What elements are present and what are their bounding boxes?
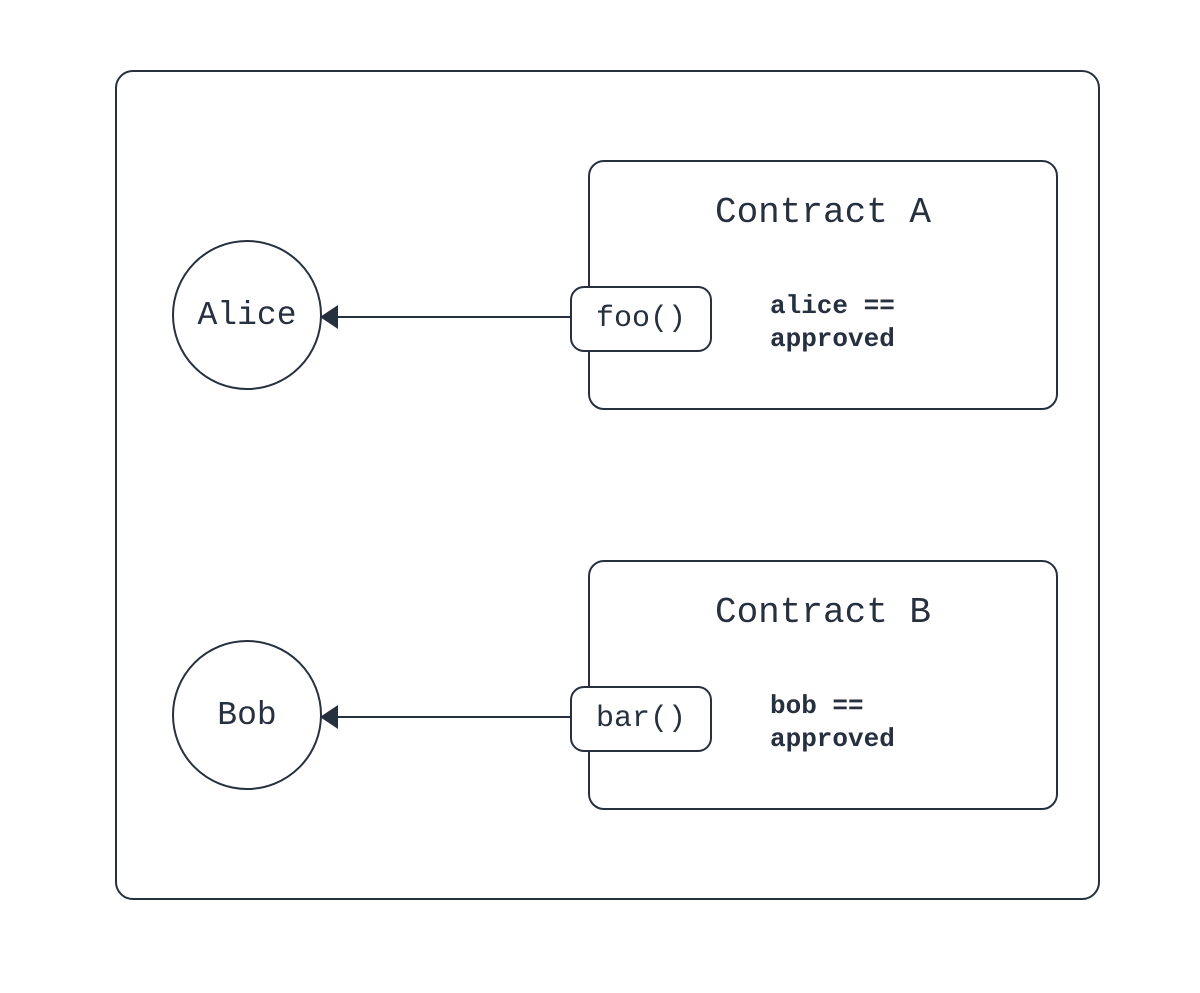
- contract-a-condition: alice == approved: [770, 290, 1030, 355]
- contract-a-title: Contract A: [590, 192, 1056, 233]
- contract-b-method: bar(): [570, 686, 712, 752]
- actor-bob-label: Bob: [217, 697, 276, 734]
- arrow-b-line: [332, 716, 572, 718]
- contract-b-condition: bob == approved: [770, 690, 1030, 755]
- arrow-left-icon: [320, 305, 338, 329]
- actor-alice-label: Alice: [197, 297, 296, 334]
- contract-b-title: Contract B: [590, 592, 1056, 633]
- contract-b-condition-line1: bob ==: [770, 691, 864, 721]
- contract-b-condition-line2: approved: [770, 724, 895, 754]
- diagram-canvas: Alice Bob Contract A foo() alice == appr…: [0, 0, 1200, 993]
- contract-a-condition-line2: approved: [770, 324, 895, 354]
- contract-a-method: foo(): [570, 286, 712, 352]
- contract-b-box: Contract B: [588, 560, 1058, 810]
- arrow-left-icon: [320, 705, 338, 729]
- actor-alice: Alice: [172, 240, 322, 390]
- actor-bob: Bob: [172, 640, 322, 790]
- contract-a-box: Contract A: [588, 160, 1058, 410]
- contract-a-condition-line1: alice ==: [770, 291, 895, 321]
- arrow-a-line: [332, 316, 572, 318]
